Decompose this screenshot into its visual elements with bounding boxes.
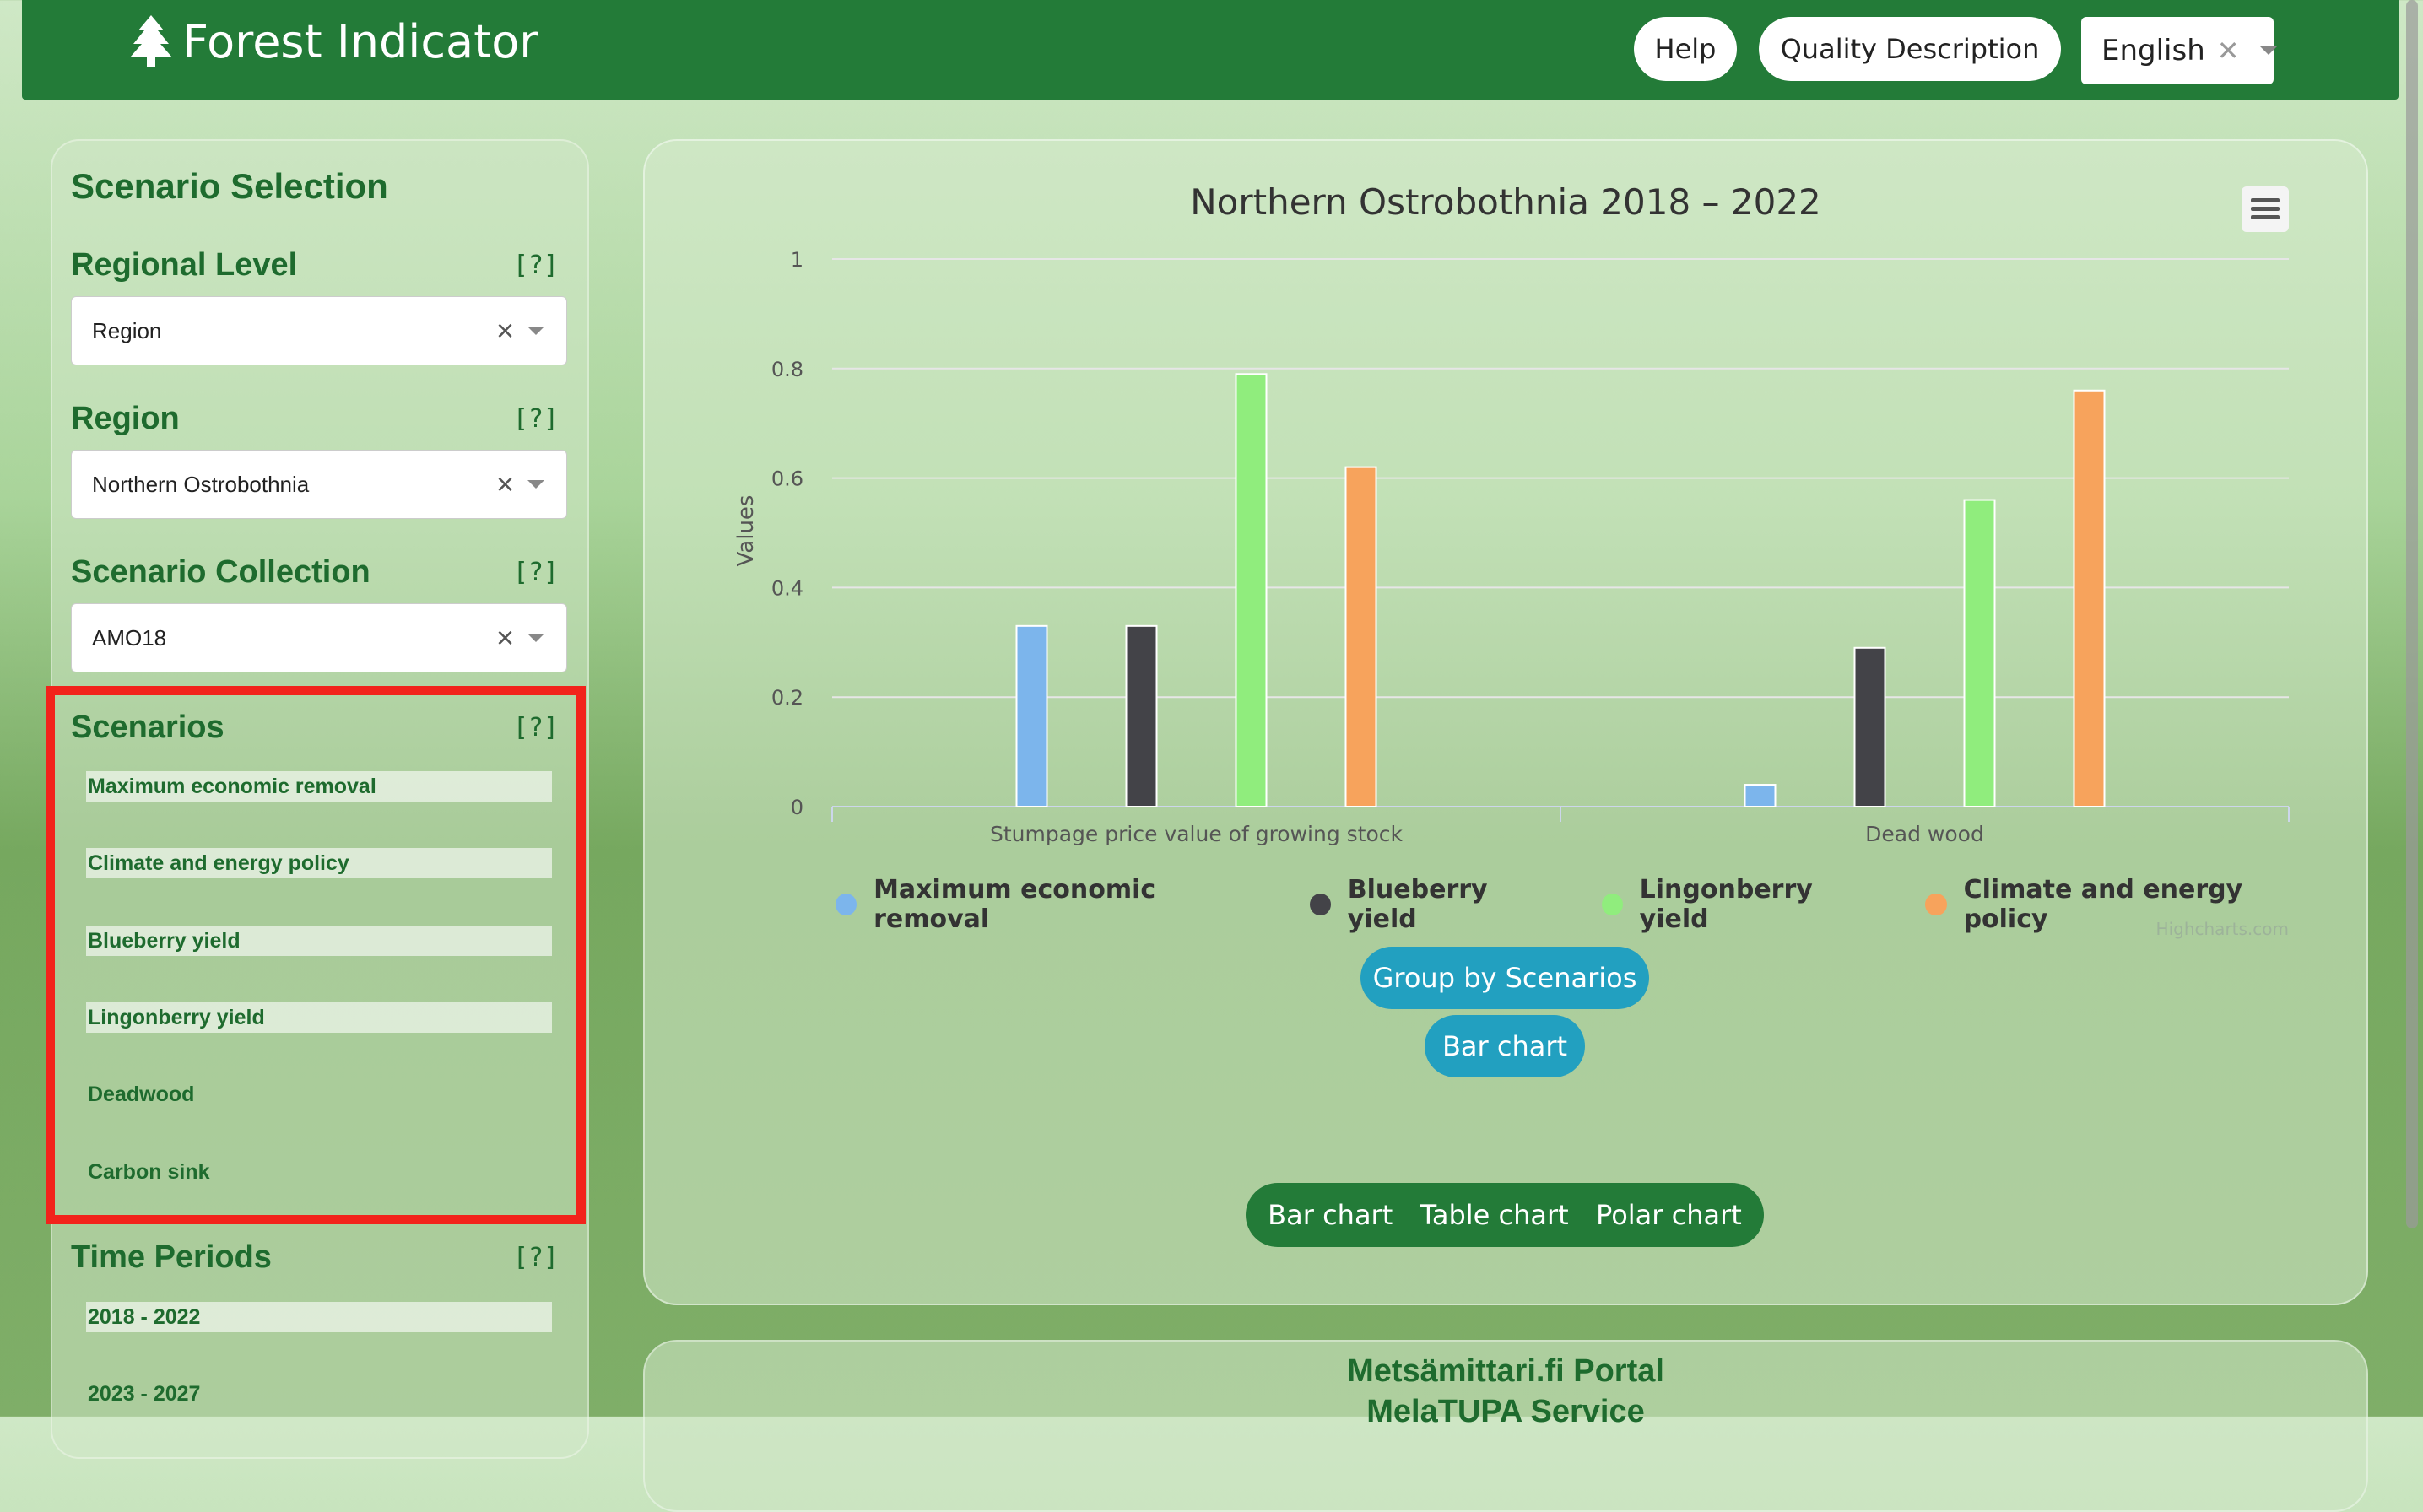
time-period-option[interactable]: 2018 - 2022	[86, 1302, 552, 1332]
x-tick-label: Stumpage price value of growing stock	[990, 822, 1404, 846]
legend-label: Blueberry yield	[1347, 875, 1488, 934]
y-tick-label: 0.8	[771, 358, 803, 381]
bar	[1015, 624, 1048, 808]
tab-table-chart[interactable]: Table chart	[1420, 1199, 1569, 1231]
scenario-collection-help[interactable]: [?]	[513, 558, 559, 587]
scenarios-highlight-box	[46, 686, 586, 1224]
bar	[1344, 466, 1377, 807]
quality-description-button[interactable]: Quality Description	[1759, 17, 2061, 81]
region-label: Region	[71, 401, 180, 436]
melatupa-service-link[interactable]: MelaTUPA Service	[645, 1394, 2366, 1430]
regional-level-label: Regional Level	[71, 247, 298, 283]
chevron-down-icon[interactable]	[2259, 46, 2277, 55]
tab-polar-chart[interactable]: Polar chart	[1596, 1199, 1742, 1231]
highcharts-credits[interactable]: Highcharts.com	[2156, 919, 2289, 939]
legend-dot-icon	[1925, 894, 1947, 915]
time-period-option[interactable]: 2023 - 2027	[86, 1379, 552, 1409]
tree-icon	[130, 15, 172, 68]
y-tick-label: 0.4	[771, 576, 803, 600]
y-tick-label: 0.6	[771, 467, 803, 491]
legend-label: Lingonberry yield	[1639, 875, 1813, 934]
scenario-collection-value: AMO18	[92, 624, 167, 651]
language-value: English	[2101, 34, 2205, 68]
bar	[2073, 389, 2106, 807]
legend-dot-icon	[1601, 894, 1623, 915]
page-scrollbar[interactable]	[2406, 0, 2418, 1228]
legend-dot-icon	[1309, 894, 1331, 915]
scenario-collection-label: Scenario Collection	[71, 554, 370, 590]
scenario-collection-select[interactable]: AMO18 ×	[71, 603, 567, 672]
y-tick-label: 0.2	[771, 686, 803, 710]
legend-dot-icon	[836, 894, 857, 915]
top-navbar: Forest Indicator Help Quality Descriptio…	[22, 0, 2399, 100]
legend-item[interactable]: Maximum economic removal	[836, 875, 1266, 934]
regional-level-help[interactable]: [?]	[513, 251, 559, 280]
chevron-down-icon[interactable]	[527, 327, 544, 335]
legend-label: Maximum economic removal	[873, 875, 1156, 934]
y-tick-label: 1	[791, 248, 803, 272]
bar	[1125, 624, 1158, 808]
y-tick-label: 0	[791, 796, 803, 819]
bar-chart: 0 0.2 0.4 0.6 0.8 1 Values Stumpage price value…	[733, 248, 2290, 846]
chevron-down-icon[interactable]	[527, 480, 544, 489]
time-periods-help[interactable]: [?]	[513, 1243, 559, 1272]
chevron-down-icon[interactable]	[527, 634, 544, 642]
regional-level-value: Region	[92, 317, 162, 343]
regional-level-select[interactable]: Region ×	[71, 296, 567, 365]
app-brand[interactable]: Forest Indicator	[130, 12, 538, 71]
clear-icon[interactable]: ×	[496, 620, 514, 656]
chart-card: Northern Ostrobothnia 2018 – 2022 0 0.2 0.…	[643, 139, 2368, 1305]
region-help[interactable]: [?]	[513, 404, 559, 434]
sidebar-title: Scenario Selection	[71, 166, 388, 206]
bar	[1853, 646, 1886, 807]
group-by-scenarios-button[interactable]: Group by Scenarios	[1360, 947, 1649, 1009]
region-select[interactable]: Northern Ostrobothnia ×	[71, 450, 567, 519]
x-tick-label: Dead wood	[1865, 822, 1984, 846]
metsamittari-portal-link[interactable]: Metsämittari.fi Portal	[645, 1353, 2366, 1390]
legend-item[interactable]: Lingonberry yield	[1601, 875, 1882, 934]
legend-item[interactable]: Blueberry yield	[1309, 875, 1558, 934]
chart-type-tabs: Bar chart Table chart Polar chart	[1246, 1183, 1764, 1247]
language-select[interactable]: English ✕	[2081, 17, 2277, 84]
chart-legend: Maximum economic removal Blueberry yield L…	[836, 875, 2366, 934]
bar-chart-type-button[interactable]: Bar chart	[1425, 1015, 1585, 1077]
region-value: Northern Ostrobothnia	[92, 471, 310, 497]
bar	[1744, 784, 1777, 807]
bar	[1235, 373, 1268, 808]
clear-language-icon[interactable]: ✕	[2217, 35, 2240, 67]
time-periods-label: Time Periods	[71, 1239, 272, 1275]
clear-icon[interactable]: ×	[496, 467, 514, 502]
clear-icon[interactable]: ×	[496, 313, 514, 348]
links-card: Metsämittari.fi Portal MelaTUPA Service	[643, 1340, 2368, 1512]
bar	[1963, 499, 1996, 807]
help-button[interactable]: Help	[1634, 17, 1737, 81]
y-axis-title: Values	[733, 495, 759, 567]
tab-bar-chart[interactable]: Bar chart	[1268, 1199, 1393, 1231]
app-title: Forest Indicator	[182, 14, 538, 68]
